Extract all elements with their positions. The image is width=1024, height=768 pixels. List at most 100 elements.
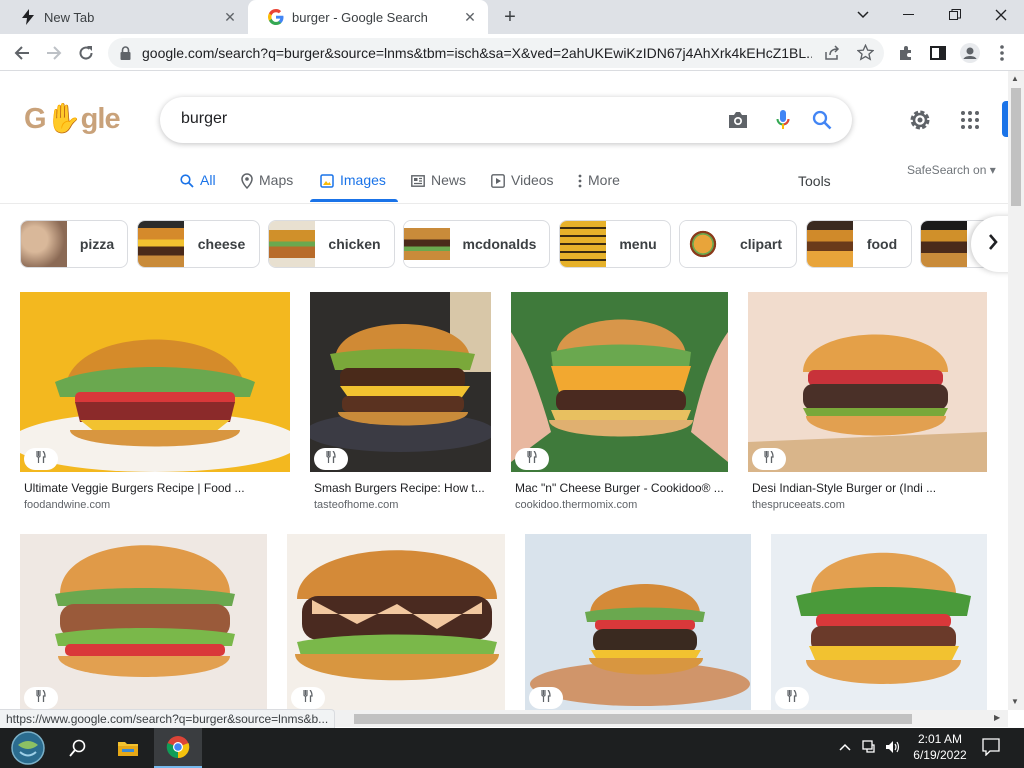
scroll-up-arrow-icon[interactable]: ▲ [1011, 74, 1019, 83]
forward-arrow-icon[interactable] [41, 40, 67, 66]
image-result[interactable]: Desi Indian-Style Burger or (Indi ... th… [748, 292, 987, 516]
result-image[interactable] [287, 534, 505, 710]
result-image[interactable] [771, 534, 987, 710]
result-image[interactable] [20, 534, 267, 710]
minimize-button[interactable] [886, 0, 932, 30]
extensions-puzzle-icon[interactable] [893, 40, 919, 66]
utensils-icon [326, 450, 336, 468]
start-button[interactable] [4, 728, 52, 768]
chrome-taskbar-icon[interactable] [154, 728, 202, 768]
result-image[interactable] [748, 292, 987, 472]
header-divider [0, 203, 1008, 204]
image-result[interactable] [771, 534, 987, 710]
side-panel-icon[interactable] [925, 40, 951, 66]
caret-down-icon: ▾ [989, 163, 996, 177]
notifications-icon[interactable] [982, 738, 1000, 761]
close-tab-icon[interactable]: ✕ [222, 9, 238, 25]
result-image[interactable] [310, 292, 491, 472]
chip-menu[interactable]: menu [559, 220, 671, 268]
taskbar: 2:01 AM 6/19/2022 [0, 728, 1024, 768]
browser-tab-burger-search[interactable]: burger - Google Search ✕ [248, 0, 488, 34]
search-input[interactable]: burger [181, 110, 227, 128]
result-title[interactable]: Mac "n" Cheese Burger - Cookidoo® ... [515, 481, 728, 495]
result-source[interactable]: foodandwine.com [24, 499, 110, 511]
reload-icon[interactable] [73, 40, 99, 66]
back-arrow-icon[interactable] [9, 40, 35, 66]
result-title[interactable]: Ultimate Veggie Burgers Recipe | Food ..… [24, 481, 286, 495]
new-tab-button[interactable]: + [499, 6, 521, 28]
tab-news[interactable]: News [411, 172, 466, 202]
result-title[interactable]: Desi Indian-Style Burger or (Indi ... [752, 481, 987, 495]
restore-button[interactable] [932, 0, 978, 30]
horizontal-scroll-thumb[interactable] [354, 714, 912, 724]
apps-grid-icon[interactable] [960, 110, 980, 130]
bookmark-star-icon[interactable] [856, 43, 875, 66]
search-icon[interactable] [54, 728, 102, 768]
file-explorer-icon[interactable] [104, 728, 152, 768]
image-icon [320, 172, 334, 189]
google-doodle-logo[interactable]: G✋gle [24, 102, 121, 136]
news-icon [411, 172, 425, 189]
result-image[interactable] [511, 292, 728, 472]
browser-menu-kebab-icon[interactable] [989, 40, 1015, 66]
clock-date: 6/19/2022 [913, 748, 967, 762]
google-g-icon [268, 9, 284, 25]
image-result[interactable] [525, 534, 751, 710]
microphone-icon[interactable] [771, 108, 795, 132]
recipe-badge [291, 687, 325, 709]
chip-pizza[interactable]: pizza [20, 220, 128, 268]
image-result[interactable]: Mac "n" Cheese Burger - Cookidoo® ... co… [511, 292, 728, 516]
result-image[interactable] [20, 292, 290, 472]
chip-clipart[interactable]: clipart [679, 220, 797, 268]
tab-images[interactable]: Images [320, 172, 386, 202]
utensils-icon [541, 689, 551, 707]
recipe-badge [24, 448, 58, 470]
chip-thumbnail [138, 221, 184, 267]
chevron-right-icon [988, 233, 998, 255]
result-image[interactable] [525, 534, 751, 710]
utensils-icon [527, 450, 537, 468]
address-bar[interactable]: google.com/search?q=burger&source=lnms&t… [108, 38, 884, 68]
chip-cheese[interactable]: cheese [137, 220, 260, 268]
close-tab-icon[interactable]: ✕ [462, 9, 478, 25]
result-source[interactable]: cookidoo.thermomix.com [515, 499, 637, 511]
scroll-right-arrow-icon[interactable]: ▶ [994, 713, 1000, 722]
tab-maps[interactable]: Maps [241, 172, 293, 202]
play-icon [491, 172, 505, 189]
tab-search-chevron-icon[interactable] [840, 0, 886, 30]
volume-icon[interactable] [885, 739, 901, 760]
image-result[interactable]: Ultimate Veggie Burgers Recipe | Food ..… [20, 292, 290, 516]
tab-videos[interactable]: Videos [491, 172, 554, 202]
image-result[interactable] [287, 534, 505, 710]
system-clock[interactable]: 2:01 AM 6/19/2022 [905, 731, 975, 763]
safesearch-toggle[interactable]: SafeSearch on ▾ [907, 163, 996, 177]
camera-search-icon[interactable] [726, 108, 750, 132]
network-icon[interactable] [862, 739, 878, 760]
lock-icon[interactable] [120, 46, 131, 65]
status-bar-url: https://www.google.com/search?q=burger&s… [0, 709, 336, 728]
result-source[interactable]: tasteofhome.com [314, 499, 398, 511]
utensils-icon [764, 450, 774, 468]
chip-mcdonalds[interactable]: mcdonalds [403, 220, 550, 268]
result-source[interactable]: thespruceeats.com [752, 499, 845, 511]
tab-more[interactable]: More [578, 172, 620, 202]
share-icon[interactable] [824, 45, 840, 66]
image-result[interactable]: Smash Burgers Recipe: How t... tasteofho… [310, 292, 491, 516]
recipe-badge [515, 448, 549, 470]
chip-chicken[interactable]: chicken [268, 220, 395, 268]
chip-food[interactable]: food [806, 220, 912, 268]
chip-thumbnail [680, 221, 726, 267]
close-window-button[interactable] [978, 0, 1024, 30]
result-title[interactable]: Smash Burgers Recipe: How t... [314, 481, 491, 495]
tab-all[interactable]: All [180, 172, 216, 202]
profile-avatar-icon[interactable] [957, 40, 983, 66]
vertical-scroll-thumb[interactable] [1011, 88, 1021, 206]
scroll-down-arrow-icon[interactable]: ▼ [1011, 697, 1019, 706]
image-result[interactable] [20, 534, 267, 710]
tools-button[interactable]: Tools [798, 173, 831, 189]
tray-overflow-chevron-icon[interactable] [839, 740, 851, 754]
browser-tab-new-tab[interactable]: New Tab ✕ [0, 0, 248, 34]
settings-gear-icon[interactable] [907, 107, 933, 133]
search-box[interactable]: burger [160, 97, 852, 143]
search-icon[interactable] [810, 108, 834, 132]
